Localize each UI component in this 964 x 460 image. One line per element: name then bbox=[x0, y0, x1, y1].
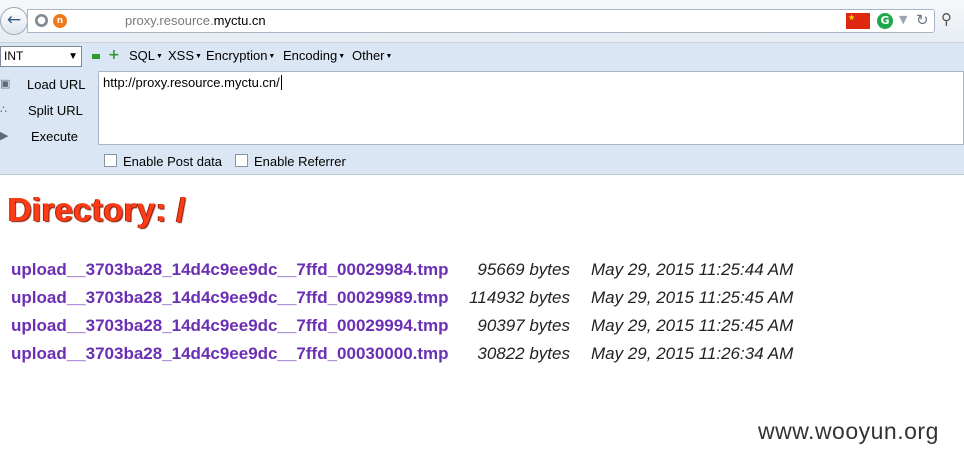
g-extension-icon[interactable]: G bbox=[877, 13, 893, 29]
menu-label: SQL bbox=[129, 48, 156, 63]
url-textarea-value: http://proxy.resource.myctu.cn/ bbox=[103, 75, 280, 90]
reload-icon[interactable]: ↻ bbox=[916, 11, 929, 29]
file-size: 30822 bytes bbox=[477, 344, 570, 363]
split-url-button[interactable]: ∴ Split URL bbox=[0, 101, 98, 123]
file-date: May 29, 2015 11:25:45 AM bbox=[591, 316, 794, 335]
file-link[interactable]: upload__3703ba28_14d4c9ee9dc__7ffd_00029… bbox=[11, 316, 449, 336]
globe-icon: ● bbox=[35, 14, 48, 27]
minus-icon[interactable] bbox=[92, 54, 100, 59]
split-url-label: Split URL bbox=[28, 103, 83, 118]
menu-label: Encryption bbox=[206, 48, 268, 63]
menu-encryption[interactable]: Encryption▼ bbox=[206, 48, 275, 63]
menu-arrow-icon: ▼ bbox=[268, 53, 276, 60]
address-text[interactable]: proxy.resource.myctu.cn bbox=[125, 13, 266, 28]
file-date: May 29, 2015 11:25:44 AM bbox=[591, 260, 794, 279]
select-arrow-icon: ▼ bbox=[68, 51, 78, 62]
checkbox-box[interactable] bbox=[104, 154, 117, 167]
load-url-button[interactable]: ▣ Load URL bbox=[0, 75, 98, 97]
dropdown-arrow-icon[interactable]: ▼ bbox=[899, 13, 907, 26]
address-domain: myctu.cn bbox=[213, 13, 266, 28]
search-icon[interactable]: ⚲ bbox=[941, 10, 952, 28]
load-url-icon: ▣ bbox=[0, 78, 11, 90]
menu-arrow-icon: ▼ bbox=[195, 53, 202, 60]
menu-label: XSS bbox=[168, 48, 195, 63]
menu-sql[interactable]: SQL▼ bbox=[129, 48, 163, 63]
file-link[interactable]: upload__3703ba28_14d4c9ee9dc__7ffd_00030… bbox=[11, 344, 449, 364]
site-icon: n bbox=[53, 14, 67, 28]
file-row: upload__3703ba28_14d4c9ee9dc__7ffd_00030… bbox=[0, 344, 964, 370]
execute-label: Execute bbox=[31, 129, 78, 144]
menu-arrow-icon: ▼ bbox=[156, 53, 163, 60]
address-prefix: proxy.resource. bbox=[125, 13, 214, 28]
file-link[interactable]: upload__3703ba28_14d4c9ee9dc__7ffd_00029… bbox=[11, 260, 449, 280]
address-bar[interactable]: ● n proxy.resource.myctu.cn ★ G ▼ ↻ bbox=[27, 9, 935, 33]
menu-encoding[interactable]: Encoding▼ bbox=[283, 48, 345, 63]
menu-arrow-icon: ▼ bbox=[338, 53, 346, 60]
enable-referrer-checkbox[interactable]: Enable Referrer bbox=[235, 154, 346, 169]
file-row: upload__3703ba28_14d4c9ee9dc__7ffd_00029… bbox=[0, 260, 964, 286]
menu-label: Other bbox=[352, 48, 385, 63]
file-row: upload__3703ba28_14d4c9ee9dc__7ffd_00029… bbox=[0, 288, 964, 314]
file-date: May 29, 2015 11:25:45 AM bbox=[591, 288, 794, 307]
execute-button[interactable]: ▶ Execute bbox=[0, 127, 98, 149]
hackbar-panel: INT ▼ + SQL▼ XSS▼ Encryption▼ Encoding▼ … bbox=[0, 43, 964, 175]
enable-post-checkbox[interactable]: Enable Post data bbox=[104, 154, 222, 169]
type-select[interactable]: INT ▼ bbox=[0, 46, 82, 67]
type-select-value: INT bbox=[4, 49, 24, 63]
load-url-label: Load URL bbox=[27, 77, 86, 92]
china-flag-icon[interactable]: ★ bbox=[846, 13, 870, 29]
watermark: www.wooyun.org bbox=[758, 418, 939, 444]
file-size: 90397 bytes bbox=[477, 316, 570, 335]
enable-post-label: Enable Post data bbox=[123, 154, 223, 169]
file-row: upload__3703ba28_14d4c9ee9dc__7ffd_00029… bbox=[0, 316, 964, 342]
back-arrow-icon[interactable]: ← bbox=[0, 7, 28, 35]
file-size: 114932 bytes bbox=[469, 288, 570, 307]
navigation-bar: ← ● n proxy.resource.myctu.cn ★ G ▼ ↻ ⚲ bbox=[0, 0, 964, 43]
checkbox-box[interactable] bbox=[235, 154, 248, 167]
file-size: 95669 bytes bbox=[477, 260, 570, 279]
file-link[interactable]: upload__3703ba28_14d4c9ee9dc__7ffd_00029… bbox=[11, 288, 449, 308]
page-title: Directory: / bbox=[8, 191, 186, 228]
enable-referrer-label: Enable Referrer bbox=[254, 154, 346, 169]
file-date: May 29, 2015 11:26:34 AM bbox=[591, 344, 794, 363]
menu-arrow-icon: ▼ bbox=[385, 53, 393, 60]
split-url-icon: ∴ bbox=[0, 104, 7, 116]
menu-xss[interactable]: XSS▼ bbox=[168, 48, 202, 63]
menu-label: Encoding bbox=[283, 48, 338, 63]
menu-other[interactable]: Other▼ bbox=[352, 48, 392, 63]
plus-icon[interactable]: + bbox=[108, 47, 120, 63]
text-cursor bbox=[280, 75, 282, 90]
url-textarea[interactable]: http://proxy.resource.myctu.cn/ bbox=[98, 71, 964, 145]
execute-icon: ▶ bbox=[0, 130, 9, 142]
